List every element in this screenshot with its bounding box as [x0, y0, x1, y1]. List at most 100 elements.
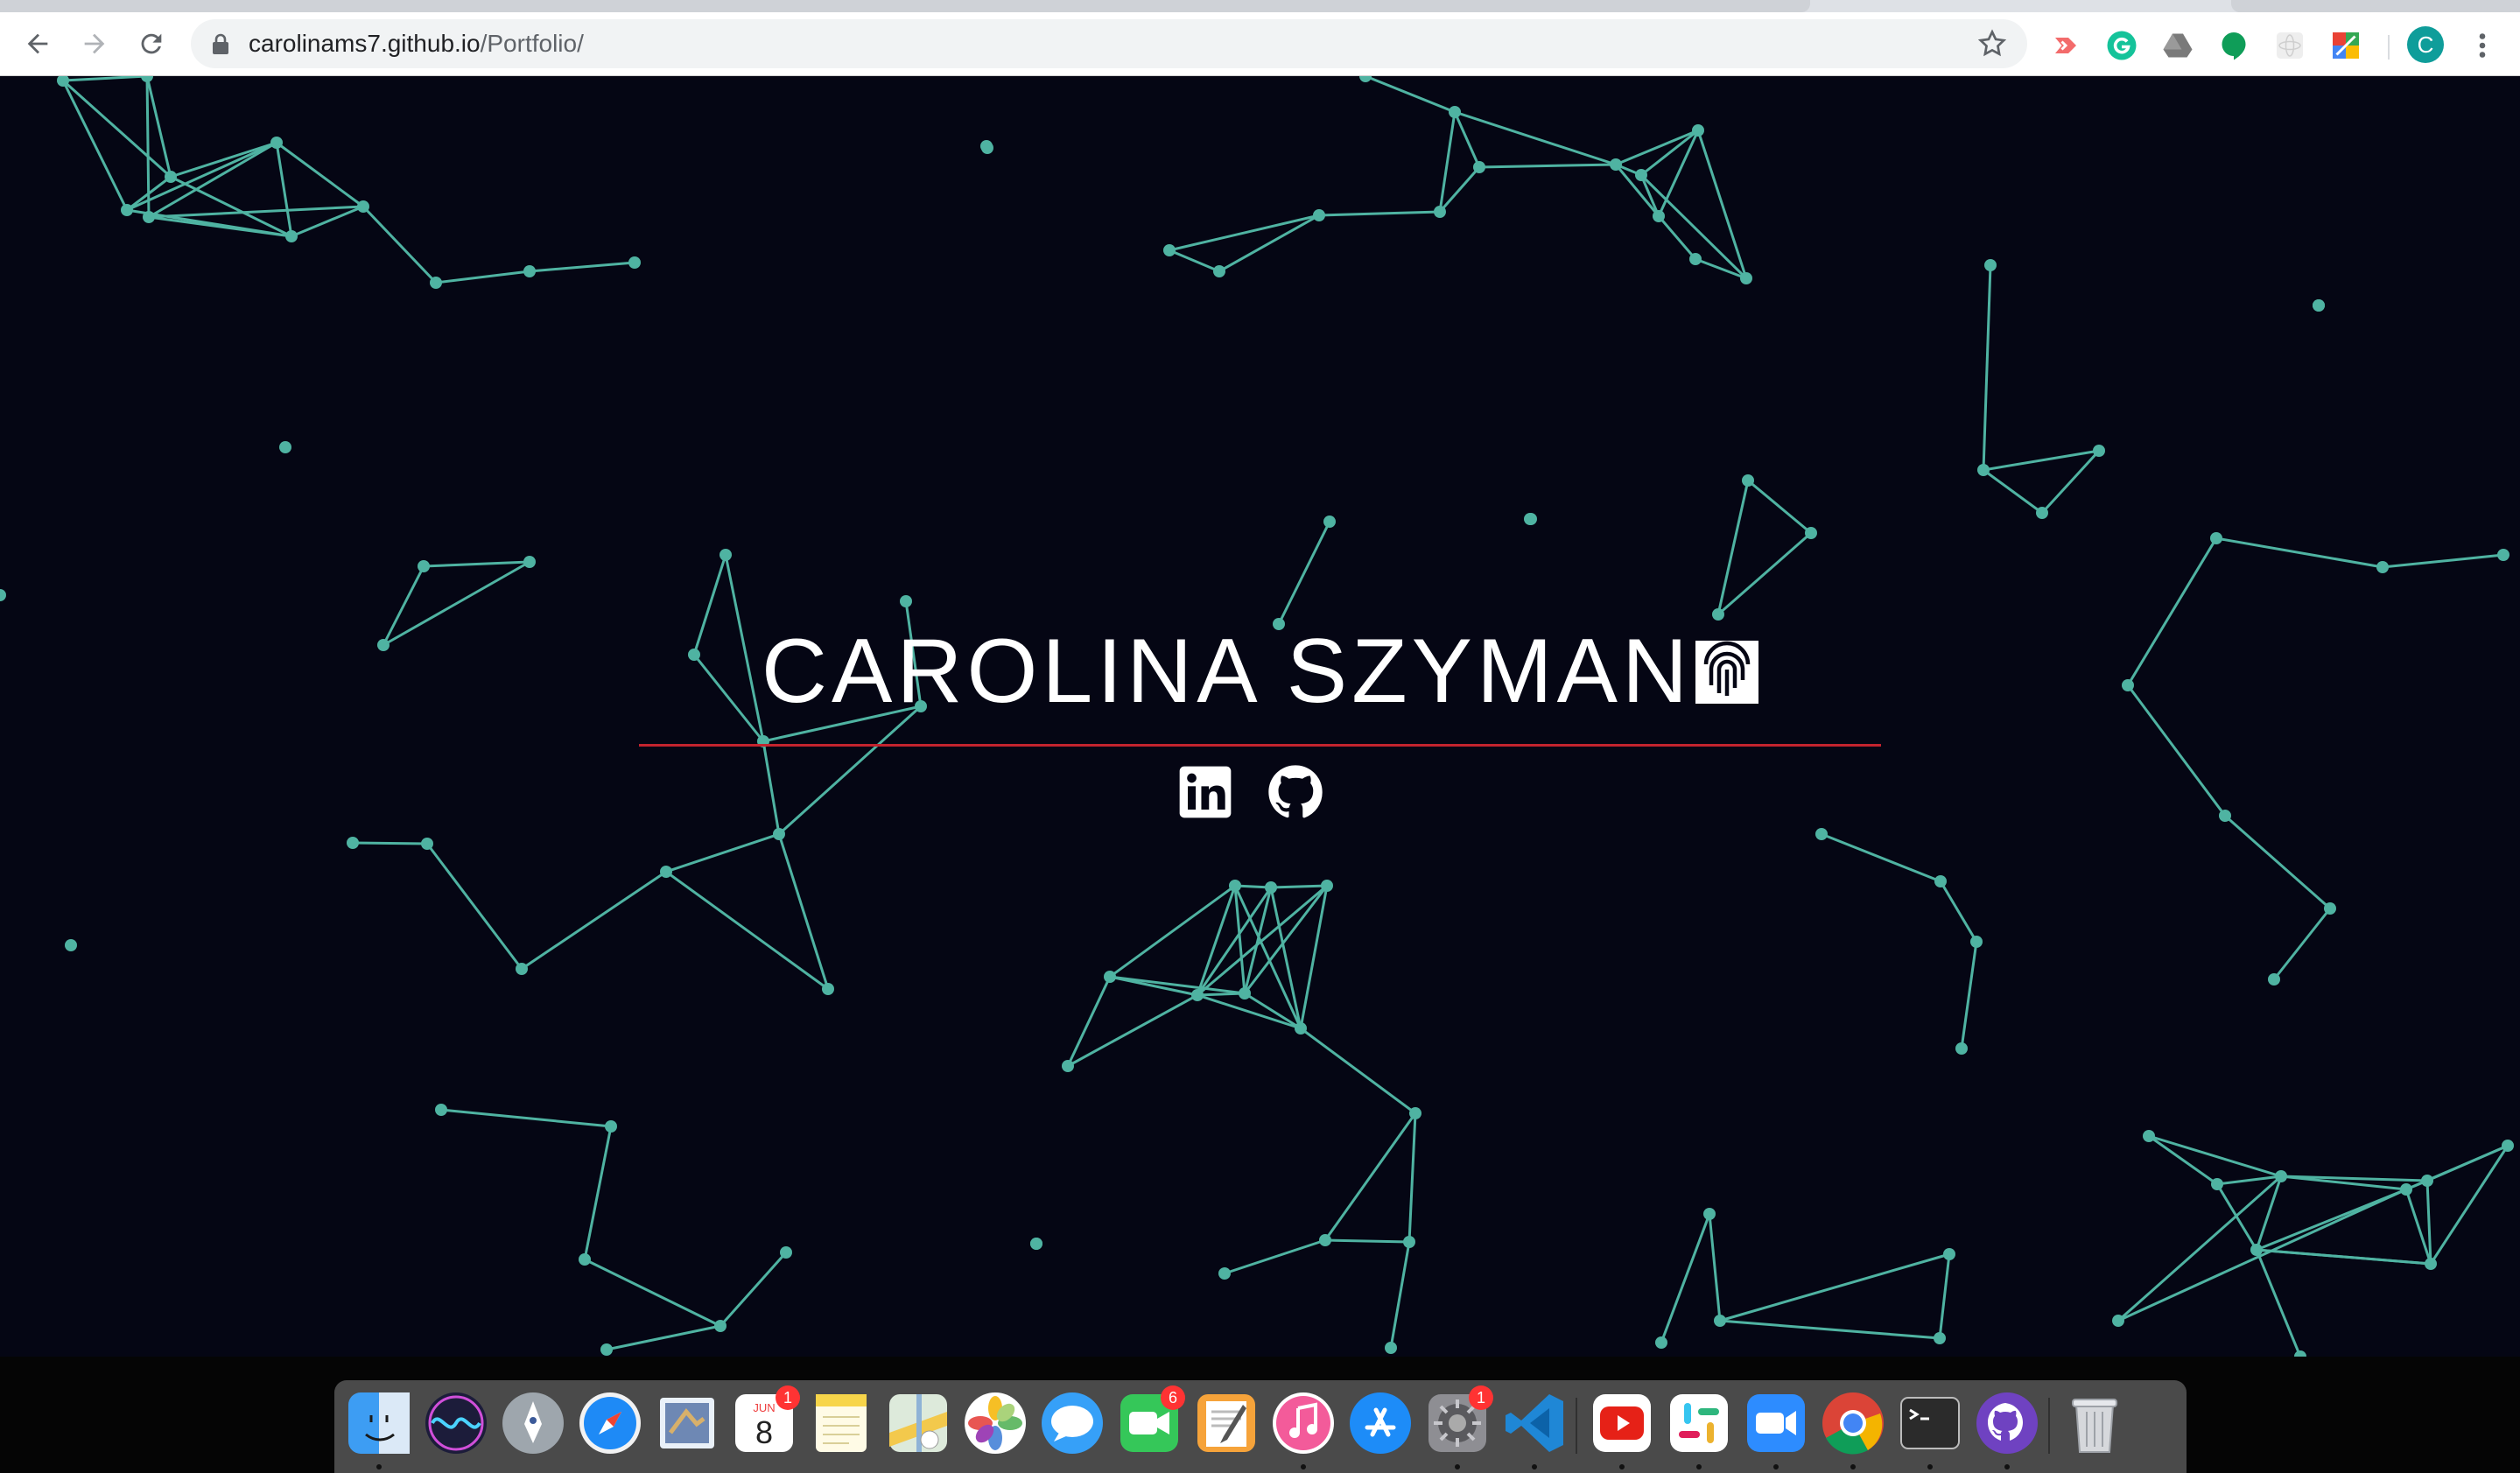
github-icon[interactable] [1267, 764, 1323, 820]
running-indicator [1619, 1464, 1625, 1469]
network-node [141, 76, 153, 82]
dock-photos[interactable] [961, 1389, 1029, 1457]
network-link [1300, 1027, 1416, 1115]
forward-button[interactable] [74, 24, 115, 64]
network-link [1389, 1241, 1411, 1349]
hero-title: CAROLINA SZYMAN [0, 619, 2520, 724]
running-indicator [2004, 1464, 2010, 1469]
dock-pages[interactable] [1192, 1389, 1260, 1457]
network-node [773, 828, 785, 840]
network-link [1982, 264, 1992, 471]
dock-chrome[interactable] [1819, 1389, 1887, 1457]
network-node [1239, 987, 1251, 1000]
lock-icon [213, 33, 228, 54]
pages-icon [1197, 1394, 1255, 1452]
network-link [1169, 249, 1220, 273]
dock-messages[interactable] [1038, 1389, 1106, 1457]
profile-avatar[interactable]: C [2407, 26, 2444, 63]
network-node [270, 137, 283, 149]
network-node [421, 838, 433, 850]
dock-siri[interactable] [422, 1389, 490, 1457]
network-node [1815, 828, 1828, 840]
reload-button[interactable] [131, 24, 172, 64]
network-node [579, 1253, 591, 1266]
network-link [584, 1258, 721, 1328]
network-link [1277, 521, 1331, 625]
network-node [2376, 561, 2389, 573]
react-devtools-icon[interactable] [2274, 30, 2306, 61]
grammarly-icon[interactable] [2106, 30, 2137, 61]
dock-separator [1576, 1398, 1577, 1454]
dock-launchpad[interactable] [499, 1389, 567, 1457]
linkedin-icon[interactable] [1177, 764, 1233, 820]
network-node [900, 595, 912, 607]
network-link [1821, 832, 1941, 883]
network-node [1943, 1248, 1955, 1260]
dock-calendar[interactable]: JUN 8 1 [730, 1385, 800, 1457]
dock-notes[interactable] [807, 1389, 875, 1457]
network-node [660, 866, 672, 878]
dock-youtube[interactable] [1588, 1389, 1656, 1457]
dock-github-desktop[interactable] [1973, 1389, 2041, 1457]
menu-kebab-icon[interactable] [2467, 28, 2498, 63]
dock-slack[interactable] [1665, 1389, 1733, 1457]
address-bar[interactable]: carolinams7.github.io/Portfolio/ [191, 19, 2027, 68]
dock-itunes[interactable] [1269, 1389, 1337, 1457]
network-node [2313, 299, 2325, 312]
dock-facetime[interactable]: 6 [1115, 1385, 1185, 1457]
dock-mail[interactable] [653, 1389, 721, 1457]
reload-icon [141, 33, 162, 54]
network-link [1983, 468, 2043, 515]
dock-zoom[interactable] [1742, 1389, 1810, 1457]
colorful-extension-icon[interactable] [2330, 30, 2362, 61]
finder-icon [348, 1392, 410, 1454]
network-link [1269, 887, 1302, 1029]
network-link [1067, 993, 1198, 1068]
dock-trash[interactable] [2060, 1389, 2129, 1457]
dock-vscode[interactable] [1500, 1389, 1569, 1457]
network-node [1295, 1022, 1307, 1035]
network-node [1062, 1060, 1074, 1072]
network-node [1229, 880, 1241, 892]
running-indicator [1455, 1464, 1460, 1469]
network-link [352, 841, 428, 845]
network-node [516, 963, 528, 975]
network-node [1409, 1107, 1421, 1119]
extension-cast-icon[interactable] [2050, 30, 2081, 61]
network-link [62, 79, 172, 179]
url-domain: carolinams7.github.io [249, 30, 481, 57]
network-node [980, 140, 993, 152]
network-node [2497, 549, 2509, 561]
network-link [762, 740, 781, 835]
network-node [2275, 1170, 2287, 1182]
network-link [719, 1252, 788, 1327]
network-node [65, 939, 77, 951]
network-node [165, 171, 177, 183]
dock-terminal[interactable] [1896, 1389, 1964, 1457]
bookmark-star-icon[interactable] [1976, 28, 2008, 60]
dock-finder[interactable] [345, 1389, 413, 1457]
hangouts-icon[interactable] [2218, 30, 2250, 61]
svg-text:8: 8 [755, 1414, 773, 1450]
back-button[interactable] [18, 24, 58, 64]
network-link [1224, 1238, 1326, 1275]
network-node [2036, 507, 2048, 519]
network-node [435, 1104, 447, 1116]
dock-safari[interactable] [576, 1389, 644, 1457]
dock-maps[interactable] [884, 1389, 952, 1457]
active-tab[interactable] [0, 0, 1810, 12]
network-link [1323, 1112, 1417, 1241]
background-tab[interactable] [2231, 0, 2520, 12]
network-node [2250, 1244, 2263, 1256]
dock-system-preferences[interactable]: 1 [1423, 1385, 1493, 1457]
page-viewport: CAROLINA SZYMAN [0, 76, 2520, 1357]
dock-app-store[interactable] [1346, 1389, 1414, 1457]
network-node [1434, 206, 1446, 218]
google-drive-icon[interactable] [2162, 30, 2194, 61]
network-link [1960, 941, 1978, 1049]
toolbar-divider [2388, 35, 2390, 60]
network-node [2425, 1258, 2437, 1270]
notification-badge: 1 [776, 1385, 800, 1410]
network-link [2224, 814, 2331, 910]
youtube-icon [1593, 1394, 1651, 1452]
